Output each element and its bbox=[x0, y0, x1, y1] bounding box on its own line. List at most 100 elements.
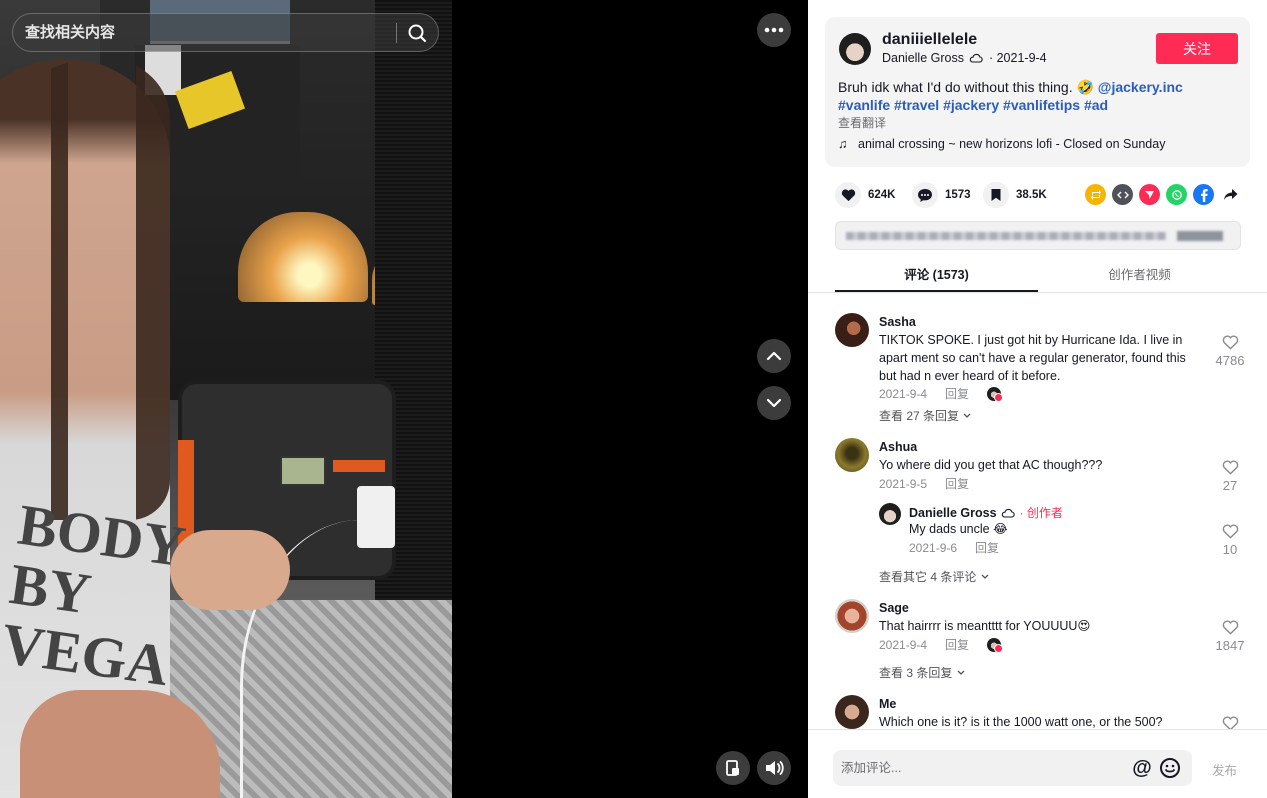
more-options-button[interactable] bbox=[757, 13, 791, 47]
comment-author[interactable]: Ashua bbox=[879, 440, 917, 454]
post-info-card: daniiiellelele Danielle Gross · 2021-9-4… bbox=[825, 17, 1250, 167]
comment-like-count: 1847 bbox=[1215, 638, 1245, 653]
save-button[interactable]: 38.5K bbox=[983, 181, 1047, 209]
app-root: BODY BY VEGA danii bbox=[0, 0, 1267, 798]
video-url-redacted bbox=[846, 232, 1166, 240]
previous-video-button[interactable] bbox=[757, 339, 791, 373]
chevron-down-icon bbox=[981, 574, 989, 579]
heart-outline-icon bbox=[1222, 620, 1238, 635]
creator-liked-icon bbox=[987, 638, 1004, 653]
comment-like-button[interactable]: 1847 bbox=[1212, 619, 1248, 653]
search-input[interactable] bbox=[25, 14, 385, 51]
comment-date: 2021-9-5 bbox=[879, 477, 928, 491]
cloud-icon bbox=[970, 53, 984, 63]
mention-icon[interactable]: @ bbox=[1130, 756, 1154, 780]
share-icon[interactable] bbox=[1220, 184, 1241, 205]
chevron-down-icon bbox=[766, 398, 782, 408]
avatar[interactable] bbox=[879, 503, 901, 525]
comment-count: 1573 bbox=[945, 189, 971, 201]
comment-author[interactable]: Sasha bbox=[879, 315, 916, 329]
tab-creator-videos[interactable]: 创作者视频 bbox=[1038, 262, 1241, 292]
hashtag-link[interactable]: #vanlifetips bbox=[1003, 97, 1080, 113]
whatsapp-icon[interactable] bbox=[1166, 184, 1187, 205]
comment-button[interactable]: 1573 bbox=[912, 181, 971, 209]
avatar[interactable] bbox=[835, 695, 869, 729]
bookmark-icon bbox=[983, 182, 1009, 208]
comment-like-button[interactable]: 27 bbox=[1212, 459, 1248, 493]
emoji-icon[interactable] bbox=[1158, 756, 1182, 780]
video-pane: BODY BY VEGA bbox=[0, 0, 808, 798]
reply-author: Danielle Gross · 创作者 bbox=[909, 506, 1063, 520]
reply-text: My dads uncle 😂 bbox=[909, 522, 1008, 536]
comment-meta: 2021-9-4 回复 bbox=[879, 636, 1019, 653]
follow-button[interactable]: 关注 bbox=[1156, 33, 1238, 64]
reply-button[interactable]: 回复 bbox=[975, 541, 999, 555]
comment-composer: @ 发布 bbox=[808, 729, 1267, 798]
author-handle[interactable]: daniiiellelele bbox=[882, 31, 977, 49]
reply-button[interactable]: 回复 bbox=[945, 477, 969, 491]
comment-like-button[interactable]: 4786 bbox=[1212, 334, 1248, 368]
reply-date: 2021-9-6 bbox=[909, 541, 958, 555]
music-link[interactable]: ♫ animal crossing ~ new horizons lofi - C… bbox=[838, 137, 1165, 151]
comment-like-count: 4786 bbox=[1215, 353, 1245, 368]
search-icon[interactable] bbox=[403, 19, 431, 47]
picture-in-picture-icon bbox=[726, 760, 739, 776]
chevron-down-icon bbox=[963, 413, 971, 418]
more-icon bbox=[764, 27, 784, 33]
view-replies-button[interactable]: 查看 3 条回复 bbox=[879, 664, 966, 681]
comment-author[interactable]: Sage bbox=[879, 601, 909, 615]
author-display-name[interactable]: Danielle Gross bbox=[882, 51, 964, 65]
author-avatar[interactable] bbox=[839, 33, 871, 65]
avatar[interactable] bbox=[835, 438, 869, 472]
avatar[interactable] bbox=[835, 313, 869, 347]
facebook-icon[interactable] bbox=[1193, 184, 1214, 205]
send-icon[interactable] bbox=[1139, 184, 1160, 205]
cloud-icon bbox=[1001, 508, 1015, 518]
comment-text: TIKTOK SPOKE. I just got hit by Hurrican… bbox=[879, 333, 1186, 383]
tab-bar: 评论 (1573) 创作者视频 bbox=[835, 262, 1241, 292]
comment-input[interactable] bbox=[841, 750, 1121, 786]
hashtag-link[interactable]: #vanlife bbox=[838, 97, 890, 113]
view-replies-button[interactable]: 查看 27 条回复 bbox=[879, 407, 972, 424]
heart-outline-icon bbox=[1222, 524, 1238, 539]
hashtag-link[interactable]: #travel bbox=[894, 97, 939, 113]
comment-input-box[interactable]: @ bbox=[833, 750, 1192, 786]
like-button[interactable]: 624K bbox=[835, 181, 896, 209]
side-panel: daniiiellelele Danielle Gross · 2021-9-4… bbox=[808, 0, 1267, 798]
comment-text: That hairrrr is meantttt for YOUUUU😍 bbox=[879, 619, 1091, 633]
hashtag-link[interactable]: #jackery bbox=[943, 97, 999, 113]
post-caption: Bruh idk what I'd do without this thing.… bbox=[838, 78, 1243, 114]
picture-in-picture-button[interactable] bbox=[716, 751, 750, 785]
volume-button[interactable] bbox=[757, 751, 791, 785]
heart-outline-icon bbox=[1222, 716, 1238, 729]
video-frame[interactable]: BODY BY VEGA bbox=[0, 0, 452, 798]
post-comment-button[interactable]: 发布 bbox=[1212, 760, 1237, 779]
comment-author[interactable]: Me bbox=[879, 697, 896, 711]
comment-list[interactable]: Sasha TIKTOK SPOKE. I just got hit by Hu… bbox=[808, 293, 1267, 729]
comment-like-button[interactable] bbox=[1212, 715, 1248, 729]
comment-date: 2021-9-4 bbox=[879, 638, 928, 652]
music-title: animal crossing ~ new horizons lofi - Cl… bbox=[858, 137, 1166, 151]
video-link-bar[interactable] bbox=[835, 221, 1241, 250]
comment-meta: 2021-9-4 回复 bbox=[879, 385, 1019, 402]
view-more-comments-button[interactable]: 查看其它 4 条评论 bbox=[879, 568, 990, 585]
see-translation-link[interactable]: 查看翻译 bbox=[838, 114, 886, 131]
hashtag-link[interactable]: #ad bbox=[1084, 97, 1108, 113]
chevron-up-icon bbox=[766, 351, 782, 361]
search-box[interactable] bbox=[12, 13, 439, 52]
avatar[interactable] bbox=[835, 599, 869, 633]
mention-link[interactable]: @jackery.inc bbox=[1098, 79, 1183, 95]
reply-button[interactable]: 回复 bbox=[945, 387, 969, 401]
reply-button[interactable]: 回复 bbox=[945, 638, 969, 652]
reply-meta: 2021-9-6 回复 bbox=[909, 539, 1017, 556]
creator-liked-icon bbox=[987, 387, 1004, 402]
reply-like-button[interactable]: 10 bbox=[1212, 523, 1248, 557]
embed-icon[interactable] bbox=[1112, 184, 1133, 205]
tab-comments[interactable]: 评论 (1573) bbox=[835, 262, 1038, 292]
repost-icon[interactable] bbox=[1085, 184, 1106, 205]
copy-link-button[interactable] bbox=[1177, 231, 1223, 241]
like-count: 624K bbox=[868, 189, 896, 201]
next-video-button[interactable] bbox=[757, 386, 791, 420]
comment-text: Which one is it? is it the 1000 watt one… bbox=[879, 715, 1163, 729]
caption-text: Bruh idk what I'd do without this thing.… bbox=[838, 79, 1098, 95]
